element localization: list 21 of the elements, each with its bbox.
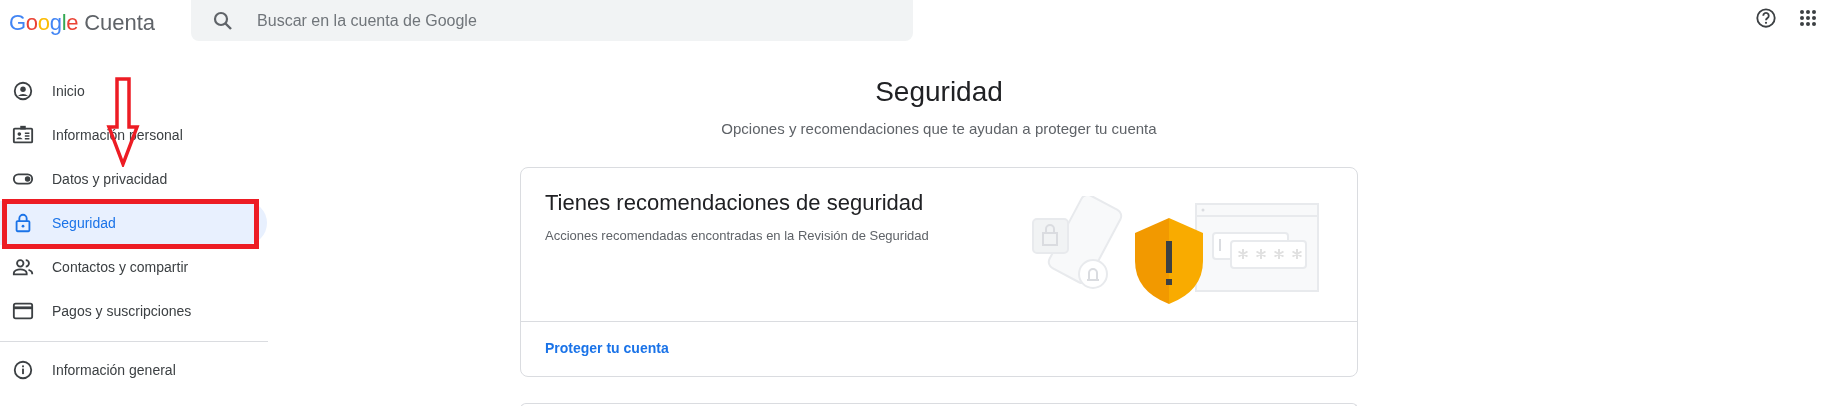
product-name: Cuenta xyxy=(84,9,156,37)
info-icon xyxy=(12,359,34,381)
help-icon[interactable] xyxy=(1755,7,1777,29)
sidebar-item[interactable]: Pagos y suscripciones xyxy=(0,289,267,333)
page-subtitle: Opciones y recomendaciones que te ayudan a proteger tu cuenta xyxy=(720,119,1158,139)
sidebar-item[interactable]: Inicio xyxy=(0,69,267,113)
sidebar-item[interactable]: Datos y privacidad xyxy=(0,157,267,201)
credit-card-icon xyxy=(12,300,34,322)
person-circle-icon xyxy=(12,80,34,102)
search-field[interactable]: Buscar en la cuenta de Google xyxy=(255,7,856,34)
card-title: Tienes recomendaciones de seguridad xyxy=(545,188,925,217)
sidebar-item[interactable]: Contactos y compartir xyxy=(0,245,267,289)
card-description: Acciones recomendadas encontradas en la Revisión de Seguridad xyxy=(545,226,930,245)
google-logo[interactable]: Google xyxy=(9,6,79,39)
id-card-icon xyxy=(12,124,34,146)
search-bar[interactable]: Buscar en la cuenta de Google xyxy=(191,0,914,41)
sidebar-item[interactable]: Información general xyxy=(0,348,267,392)
people-icon xyxy=(12,256,34,278)
apps-grid-icon[interactable] xyxy=(1799,9,1817,27)
protect-account-link[interactable]: Proteger tu cuenta xyxy=(545,339,669,356)
page-title: Seguridad xyxy=(874,75,1004,109)
